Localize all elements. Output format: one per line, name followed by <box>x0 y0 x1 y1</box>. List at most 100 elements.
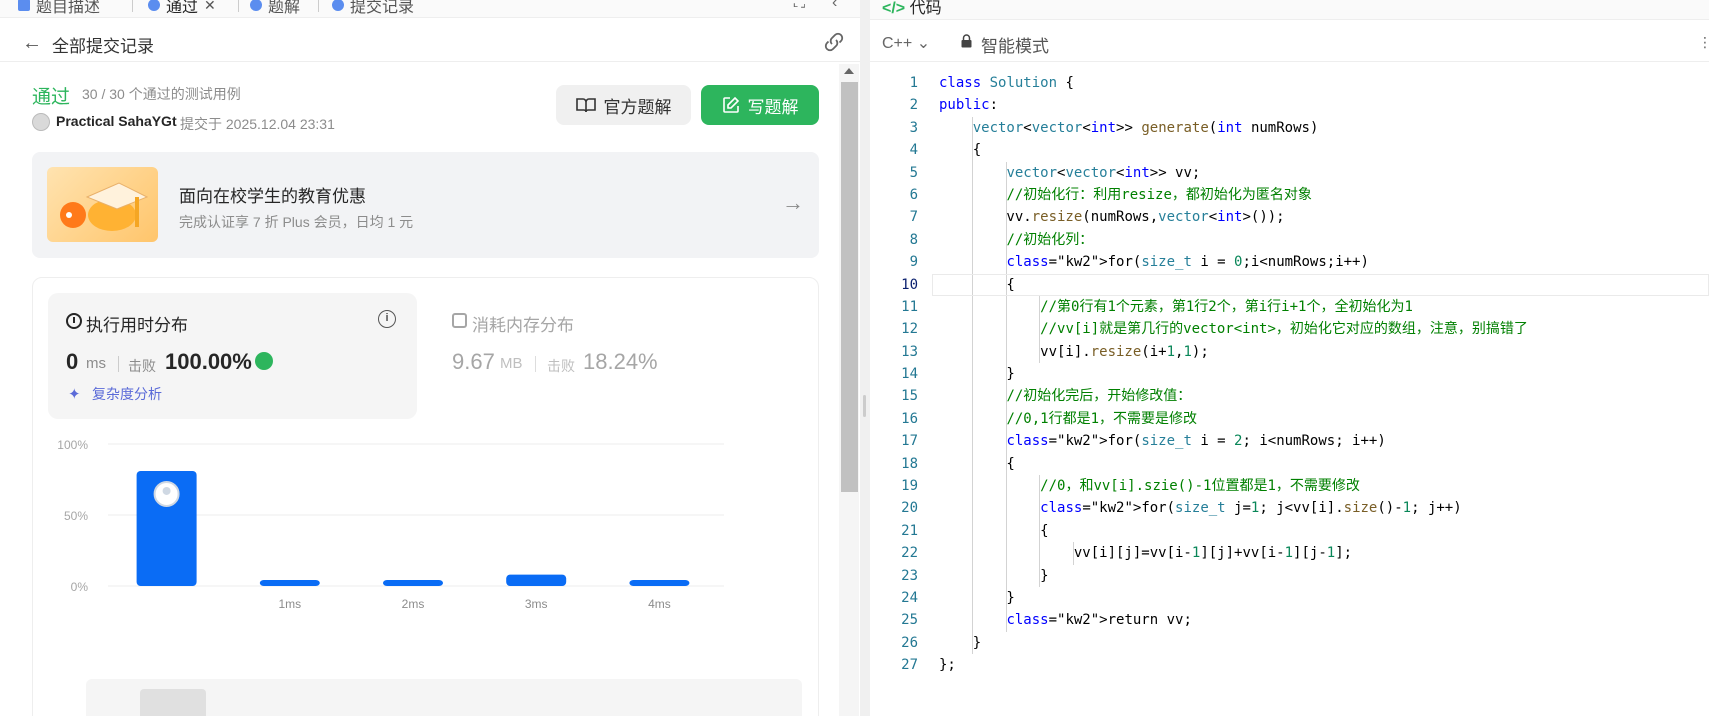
scroll-up-arrow-icon[interactable] <box>844 68 854 74</box>
tab-code[interactable]: </> 代码 <box>882 0 942 18</box>
code-preview-box <box>86 679 802 716</box>
chart-x-tick-label: 4ms <box>648 597 671 611</box>
code-text: public: <box>939 97 999 114</box>
tab-solutions[interactable]: 题解 <box>250 0 300 16</box>
author-name[interactable]: Practical SahaYGt <box>56 113 177 129</box>
line-number: 7 <box>909 209 918 226</box>
expand-icon[interactable]: ⛶ <box>794 0 805 12</box>
line-number: 11 <box>901 298 918 315</box>
status-title: 通过 <box>32 87 71 108</box>
tab-description[interactable]: 题目描述 <box>18 0 100 16</box>
code-text: class="kw2">for(size_t j=1; j<vv[i].size… <box>1040 500 1462 517</box>
chart-x-tick-label: 1ms <box>278 597 301 611</box>
code-text: { <box>939 522 1049 539</box>
code-editor[interactable]: 1 class Solution {2 public: 3 vector<vector… <box>870 72 1709 677</box>
arrow-right-icon[interactable]: → <box>782 190 804 216</box>
memory-chip-icon <box>452 313 467 328</box>
code-line[interactable]: 17 class="kw2">for(size_t i = 2; i<numRo… <box>870 430 1709 453</box>
code-line[interactable]: 6 //初始化行：利用resize，都初始化为匿名对象 <box>870 183 1709 207</box>
line-number: 9 <box>909 254 918 271</box>
code-line[interactable]: 13 vv[i].resize(i+1,1); <box>870 340 1709 364</box>
code-line[interactable]: 15 //初始化完后，开始修改值： <box>870 385 1709 408</box>
code-line[interactable]: 10 { <box>870 273 1709 296</box>
code-text: vv[i].resize(i+1,1); <box>939 343 1209 360</box>
more-options-icon[interactable]: ⋮ <box>1698 34 1709 51</box>
code-line[interactable]: 25 class="kw2">return vv; <box>870 609 1709 632</box>
code-line[interactable]: 27}; <box>870 654 1709 676</box>
code-line[interactable]: 22 vv[i][j]=vv[i-1][j]+vv[i-1][j-1]; <box>870 542 1709 565</box>
education-promo-banner[interactable]: 面向在校学生的教育优惠 完成认证享 7 折 Plus 会员，日均 1 元 → <box>32 152 819 258</box>
code-line[interactable]: 24 } <box>870 586 1709 610</box>
line-number: 24 <box>901 589 918 606</box>
lock-icon <box>961 34 972 48</box>
accepted-icon <box>148 0 160 11</box>
official-solution-button[interactable]: 官方题解 <box>556 85 691 125</box>
panel-divider[interactable] <box>860 0 870 716</box>
tab-separator <box>318 0 319 12</box>
code-text: //0，和vv[i].szie()-1位置都是1，不需要修改 <box>1040 478 1360 495</box>
info-icon[interactable]: i <box>378 310 396 328</box>
line-number: 6 <box>909 186 918 203</box>
code-line[interactable]: 3 vector<vector<int>> generate(int numRo… <box>870 116 1709 140</box>
smart-mode-label[interactable]: 智能模式 <box>981 32 1049 57</box>
code-line[interactable]: 23 } <box>870 564 1709 587</box>
link-icon[interactable] <box>822 30 846 54</box>
line-number: 8 <box>909 231 918 248</box>
test-cases-count: 30 / 30 个通过的测试用例 <box>82 86 241 102</box>
code-line[interactable]: 18 { <box>870 452 1709 476</box>
code-line[interactable]: 16 //0,1行都是1，不需要是修改 <box>870 407 1709 431</box>
code-line[interactable]: 12 //vv[i]就是第几行的vector<int>，初始化它对应的数组，注意… <box>870 318 1709 341</box>
left-scrollbar-thumb[interactable] <box>841 82 858 492</box>
edit-icon <box>722 96 739 113</box>
resize-handle[interactable] <box>863 395 866 417</box>
tab-code-label: 代码 <box>909 0 942 17</box>
code-text: }; <box>939 657 956 674</box>
code-line[interactable]: 8 //初始化列： <box>870 228 1709 252</box>
collapse-icon[interactable]: ‹ <box>832 0 837 12</box>
code-line[interactable]: 11 //第0行有1个元素，第1行2个，第i行i+1个，全初始化为1 <box>870 295 1709 319</box>
code-text: vector<vector<int>> vv; <box>1006 164 1201 181</box>
code-text: class="kw2">return vv; <box>1006 612 1192 629</box>
memory-divider <box>535 356 536 372</box>
code-icon: </> <box>882 0 906 17</box>
code-line[interactable]: 21 { <box>870 519 1709 543</box>
code-line[interactable]: 14 } <box>870 363 1709 386</box>
tab-accepted[interactable]: 通过 ✕ <box>148 0 216 16</box>
history-icon <box>332 0 344 11</box>
tab-accepted-label: 通过 <box>166 0 199 16</box>
code-line[interactable]: 5 vector<vector<int>> vv; <box>870 161 1709 184</box>
line-number: 3 <box>909 119 918 136</box>
code-line[interactable]: 7 vv.resize(numRows,vector<int>()); <box>870 206 1709 229</box>
code-text: } <box>939 634 982 651</box>
current-line-highlight <box>932 273 1709 296</box>
line-number: 20 <box>901 500 918 517</box>
tab-submissions[interactable]: 提交记录 <box>332 0 414 16</box>
code-line[interactable]: 9 class="kw2">for(size_t i = 0;i<numRows… <box>870 251 1709 274</box>
clock-icon <box>66 313 82 329</box>
code-line[interactable]: 20 class="kw2">for(size_t j=1; j<vv[i].s… <box>870 497 1709 520</box>
code-text: //初始化列： <box>1006 231 1094 248</box>
close-icon[interactable]: ✕ <box>204 0 216 14</box>
code-line[interactable]: 1 class Solution { <box>870 72 1709 94</box>
code-line[interactable]: 4 { <box>870 139 1709 162</box>
description-icon <box>18 0 30 11</box>
avatar[interactable] <box>32 113 50 131</box>
back-arrow-icon[interactable]: ← <box>22 32 42 55</box>
runtime-value: 0 <box>66 349 79 374</box>
runtime-divider <box>118 356 119 372</box>
language-select[interactable]: C++ ⌄ <box>882 33 930 53</box>
code-line[interactable]: 26 } <box>870 631 1709 655</box>
line-number: 17 <box>901 433 918 450</box>
runtime-unit: ms <box>86 355 106 372</box>
write-solution-button[interactable]: 写题解 <box>701 85 819 125</box>
code-line[interactable]: 2 public: <box>870 94 1709 116</box>
memory-title[interactable]: 消耗内存分布 <box>472 311 574 336</box>
line-number: 14 <box>901 366 918 383</box>
code-text: } <box>939 366 1015 383</box>
all-submissions-title: 全部提交记录 <box>52 37 154 56</box>
tab-separator <box>238 0 239 12</box>
code-line[interactable]: 19 //0，和vv[i].szie()-1位置都是1，不需要修改 <box>870 475 1709 498</box>
chart-y-tick-label: 50% <box>64 509 88 523</box>
complexity-analysis-link[interactable]: 复杂度分析 <box>92 384 162 404</box>
code-text: class="kw2">for(size_t i = 0;i<numRows;i… <box>1006 254 1369 271</box>
